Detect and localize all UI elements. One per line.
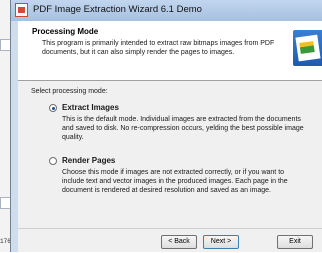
app-icon bbox=[15, 3, 28, 17]
back-button[interactable]: < Back bbox=[161, 235, 197, 249]
exit-button[interactable]: Exit bbox=[277, 235, 313, 249]
extract-images-label[interactable]: Extract Images bbox=[62, 103, 119, 112]
page-description: This program is primarily intended to ex… bbox=[42, 40, 275, 56]
wizard-dialog: Processing Mode This program is primaril… bbox=[18, 21, 322, 252]
extract-images-radio[interactable] bbox=[49, 104, 57, 112]
render-pages-radio[interactable] bbox=[49, 157, 57, 165]
page-title: Processing Mode bbox=[32, 27, 99, 36]
select-mode-label: Select processing mode: bbox=[31, 88, 108, 95]
title-bar[interactable]: PDF Image Extraction Wizard 6.1 Demo bbox=[11, 0, 322, 21]
button-bar: < Back Next > Exit bbox=[18, 228, 322, 253]
render-pages-label[interactable]: Render Pages bbox=[62, 156, 115, 165]
render-pages-description: Choose this mode if images are not extra… bbox=[62, 169, 288, 194]
image-wizard-icon bbox=[293, 30, 322, 66]
extract-images-description: This is the default mode. Individual ima… bbox=[62, 116, 304, 141]
picture-graphic bbox=[299, 41, 315, 54]
wizard-header: Processing Mode This program is primaril… bbox=[18, 21, 322, 81]
next-button[interactable]: Next > bbox=[203, 235, 239, 249]
window-title: PDF Image Extraction Wizard 6.1 Demo bbox=[33, 4, 202, 15]
wizard-window: PDF Image Extraction Wizard 6.1 Demo Pro… bbox=[10, 0, 322, 252]
